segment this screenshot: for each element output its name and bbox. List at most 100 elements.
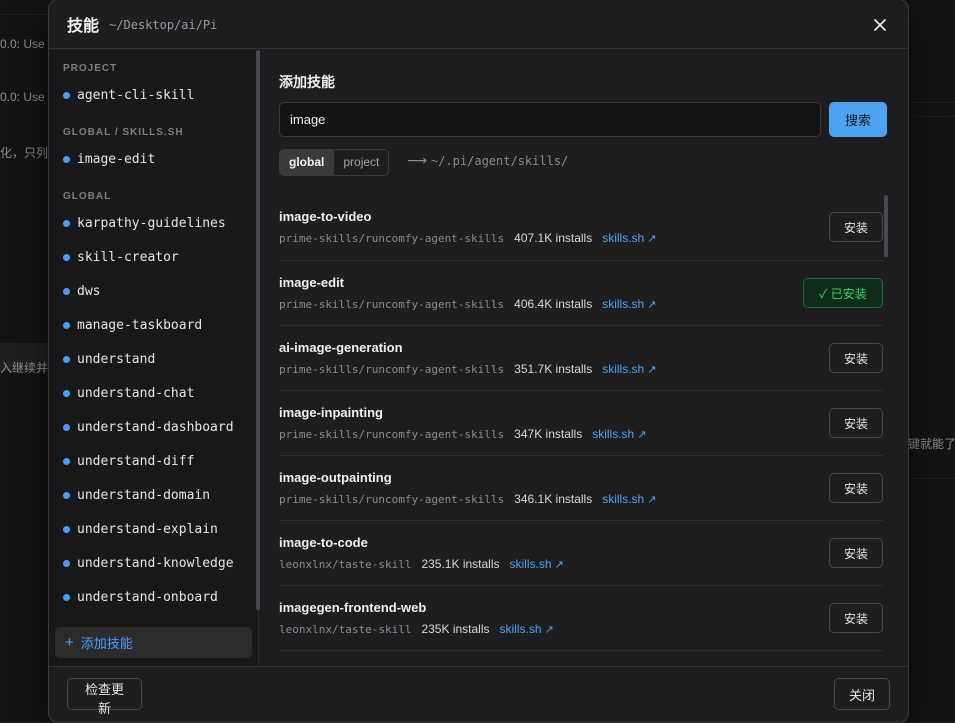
result-item: imagegen-frontend-web leonxlnx/taste-skil… xyxy=(279,586,883,651)
sidebar-item-label: skill-creator xyxy=(77,249,179,265)
skill-search-input[interactable] xyxy=(279,102,821,137)
skills-sh-link[interactable]: skills.sh ↗ xyxy=(602,492,656,506)
status-dot xyxy=(63,253,70,261)
link-label: skills.sh xyxy=(509,557,552,571)
skill-source: prime-skills/runcomfy-agent-skills xyxy=(279,362,505,376)
skills-sh-link[interactable]: skills.sh ↗ xyxy=(602,362,656,376)
results-scrollbar[interactable] xyxy=(884,195,888,257)
skill-meta: prime-skills/runcomfy-agent-skills 347K i… xyxy=(279,427,646,441)
skill-source: leonxlnx/taste-skill xyxy=(279,622,412,636)
install-button[interactable]: 安装 xyxy=(829,408,883,438)
status-dot xyxy=(63,457,70,465)
status-dot xyxy=(63,423,70,431)
sidebar-item-understand-domain[interactable]: understand-domain xyxy=(49,478,258,512)
link-label: skills.sh xyxy=(602,492,645,506)
sidebar-item-understand-knowledge[interactable]: understand-knowledge xyxy=(49,546,258,580)
sidebar-item-label: understand-dashboard xyxy=(77,419,234,435)
installed-button[interactable]: ✓ 已安装 xyxy=(803,278,883,308)
external-link-icon: ↗ xyxy=(647,299,657,311)
close-dialog-button[interactable]: 关闭 xyxy=(834,678,890,710)
skill-source: prime-skills/runcomfy-agent-skills xyxy=(279,492,505,506)
install-button[interactable]: 安装 xyxy=(829,538,883,568)
status-dot xyxy=(63,491,70,499)
status-dot xyxy=(63,389,70,397)
external-link-icon: ↗ xyxy=(554,559,564,571)
close-icon xyxy=(874,19,886,31)
sidebar-item-agent-cli-skill[interactable]: agent-cli-skill xyxy=(49,78,258,112)
skill-meta: leonxlnx/taste-skill 235.1K installs skill… xyxy=(279,557,564,571)
skill-installs: 406.4K installs xyxy=(514,297,593,311)
skill-name: image-edit xyxy=(279,275,345,290)
external-link-icon: ↗ xyxy=(637,429,647,441)
sidebar-item-manage-taskboard[interactable]: manage-taskboard xyxy=(49,308,258,342)
scope-option-project[interactable]: project xyxy=(333,150,388,175)
skill-source: prime-skills/runcomfy-agent-skills xyxy=(279,427,505,441)
sidebar-item-label: understand-knowledge xyxy=(77,555,234,571)
sidebar-item-label: karpathy-guidelines xyxy=(77,215,226,231)
sidebar-item-label: image-edit xyxy=(77,151,156,167)
search-results[interactable]: image-to-video prime-skills/runcomfy-agen… xyxy=(279,195,883,666)
skill-name: image-outpainting xyxy=(279,470,392,485)
arrow-right-icon: ⟶ xyxy=(407,152,428,168)
install-button[interactable]: 安装 xyxy=(829,343,883,373)
skill-name: ai-image-generation xyxy=(279,340,403,355)
result-item: image-inpainting prime-skills/runcomfy-ag… xyxy=(279,391,883,456)
install-button[interactable]: 安装 xyxy=(829,603,883,633)
skill-source: leonxlnx/taste-skill xyxy=(279,557,412,571)
status-dot xyxy=(63,91,70,99)
skills-sh-link[interactable]: skills.sh ↗ xyxy=(602,231,656,245)
skills-sh-link[interactable]: skills.sh ↗ xyxy=(510,557,564,571)
dialog-title: 技能 xyxy=(67,18,100,35)
dialog-path: ~/Desktop/ai/Pi xyxy=(109,18,218,32)
skills-sh-link[interactable]: skills.sh ↗ xyxy=(592,427,646,441)
sidebar-item-dws[interactable]: dws xyxy=(49,274,258,308)
skill-meta: leonxlnx/taste-skill 235K installs skills.… xyxy=(279,622,554,636)
skill-installs: 346.1K installs xyxy=(514,492,593,506)
sidebar-item-karpathy-guidelines[interactable]: karpathy-guidelines xyxy=(49,206,258,240)
sidebar-item-understand-chat[interactable]: understand-chat xyxy=(49,376,258,410)
result-item: image-to-code leonxlnx/taste-skill 235.1K … xyxy=(279,521,883,586)
result-item: image-edit prime-skills/runcomfy-agent-sk… xyxy=(279,261,883,326)
check-updates-button[interactable]: 检查更新 xyxy=(67,678,142,716)
dialog-header: 技能 ~/Desktop/ai/Pi xyxy=(49,0,908,49)
sidebar-item-image-edit[interactable]: image-edit xyxy=(49,142,258,176)
sidebar-item-understand-onboard[interactable]: understand-onboard xyxy=(49,580,258,614)
scope-option-global[interactable]: global xyxy=(280,150,334,175)
search-button[interactable]: 搜索 xyxy=(829,102,887,137)
skills-sh-link[interactable]: skills.sh ↗ xyxy=(500,622,554,636)
skill-installs: 347K installs xyxy=(514,427,583,441)
skill-name: image-to-code xyxy=(279,535,368,550)
sidebar-item-understand-dashboard[interactable]: understand-dashboard xyxy=(49,410,258,444)
result-item: ai-image-generation prime-skills/runcomfy… xyxy=(279,326,883,391)
sidebar-item-label: understand-chat xyxy=(77,385,195,401)
sidebar-item-understand[interactable]: understand xyxy=(49,342,258,376)
status-dot xyxy=(63,525,70,533)
sidebar-item-label: manage-taskboard xyxy=(77,317,203,333)
skill-source: prime-skills/runcomfy-agent-skills xyxy=(279,297,505,311)
install-button[interactable]: 安装 xyxy=(829,212,883,242)
add-skill-panel: 添加技能 搜索 globalproject ⟶ ~/.pi/agent/skil… xyxy=(259,50,908,666)
status-dot xyxy=(63,287,70,295)
install-path: ~/.pi/agent/skills/ xyxy=(431,154,569,168)
skills-sh-link[interactable]: skills.sh ↗ xyxy=(602,297,656,311)
sidebar-list[interactable]: PROJECT agent-cli-skill GLOBAL / SKILLS.SH… xyxy=(49,50,258,616)
sidebar-item-skill-creator[interactable]: skill-creator xyxy=(49,240,258,274)
external-link-icon: ↗ xyxy=(647,494,657,506)
external-link-icon: ↗ xyxy=(647,364,657,376)
sidebar-section-label: PROJECT xyxy=(63,63,118,74)
skills-dialog: 技能 ~/Desktop/ai/Pi PROJECT agent-cli-skil… xyxy=(48,0,909,723)
scope-toggle: global project xyxy=(279,149,390,176)
status-dot xyxy=(63,559,70,567)
close-button[interactable] xyxy=(870,15,890,35)
install-button[interactable]: 安装 xyxy=(829,473,883,503)
sidebar-item-label: understand-explain xyxy=(77,521,218,537)
sidebar-item-label: understand-domain xyxy=(77,487,211,503)
status-dot xyxy=(63,321,70,329)
add-skill-button[interactable]: + 添加技能 xyxy=(55,627,252,658)
skill-meta: prime-skills/runcomfy-agent-skills 407.1K… xyxy=(279,231,656,245)
skill-installs: 407.1K installs xyxy=(514,231,593,245)
sidebar-item-understand-explain[interactable]: understand-explain xyxy=(49,512,258,546)
sidebar-item-understand-diff[interactable]: understand-diff xyxy=(49,444,258,478)
status-dot xyxy=(63,355,70,363)
sidebar-section-label: GLOBAL xyxy=(63,191,112,202)
